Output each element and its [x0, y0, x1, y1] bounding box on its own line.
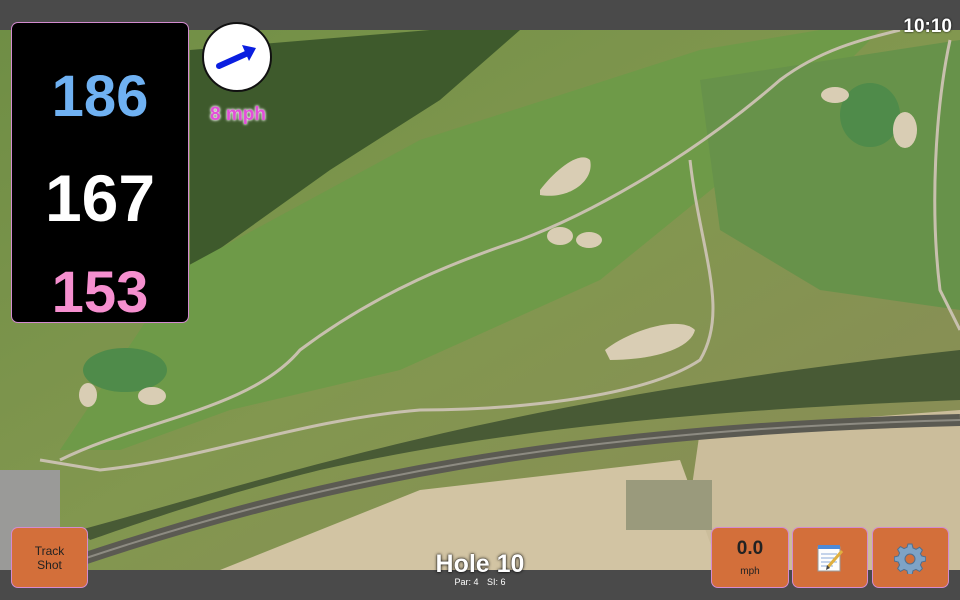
- settings-button[interactable]: [873, 528, 948, 587]
- green-hole-10: [840, 83, 900, 147]
- green-left: [83, 348, 167, 392]
- notes-button[interactable]: [793, 528, 867, 587]
- status-clock: 10:10: [903, 16, 952, 37]
- speed-unit: mph: [740, 566, 760, 577]
- wind-arrow-icon: [216, 45, 256, 69]
- distance-back: 186: [51, 64, 149, 129]
- notepad-icon: [817, 545, 844, 572]
- pond: [626, 480, 712, 530]
- track-shot-label-line2: Shot: [37, 557, 62, 572]
- bunker: [576, 232, 602, 248]
- golf-gps-screen: 10:10 186 167 153 8 mph Track Shot Hole …: [0, 0, 960, 600]
- distance-panel: 186 167 153: [12, 23, 188, 325]
- distance-middle: 167: [44, 161, 156, 235]
- bunker: [821, 87, 849, 103]
- bunker: [138, 387, 166, 405]
- bunker: [79, 383, 97, 407]
- hole-title: Hole 10: [435, 550, 525, 578]
- gear-icon: [894, 543, 926, 574]
- bunker: [547, 227, 573, 245]
- hole-par: Par: 4: [454, 577, 479, 587]
- wind-speed-label: 8 mph: [210, 104, 266, 125]
- speed-button[interactable]: 0.0 mph: [712, 528, 788, 587]
- hole-details: Par: 4 SI: 6: [380, 577, 580, 587]
- track-shot-button[interactable]: Track Shot: [12, 528, 87, 587]
- bunker: [893, 112, 917, 148]
- hole-stroke-index: SI: 6: [487, 577, 506, 587]
- distance-front: 153: [51, 260, 149, 325]
- wind-indicator[interactable]: [202, 22, 272, 92]
- speed-value: 0.0: [736, 538, 764, 559]
- track-shot-label-line1: Track: [34, 543, 65, 558]
